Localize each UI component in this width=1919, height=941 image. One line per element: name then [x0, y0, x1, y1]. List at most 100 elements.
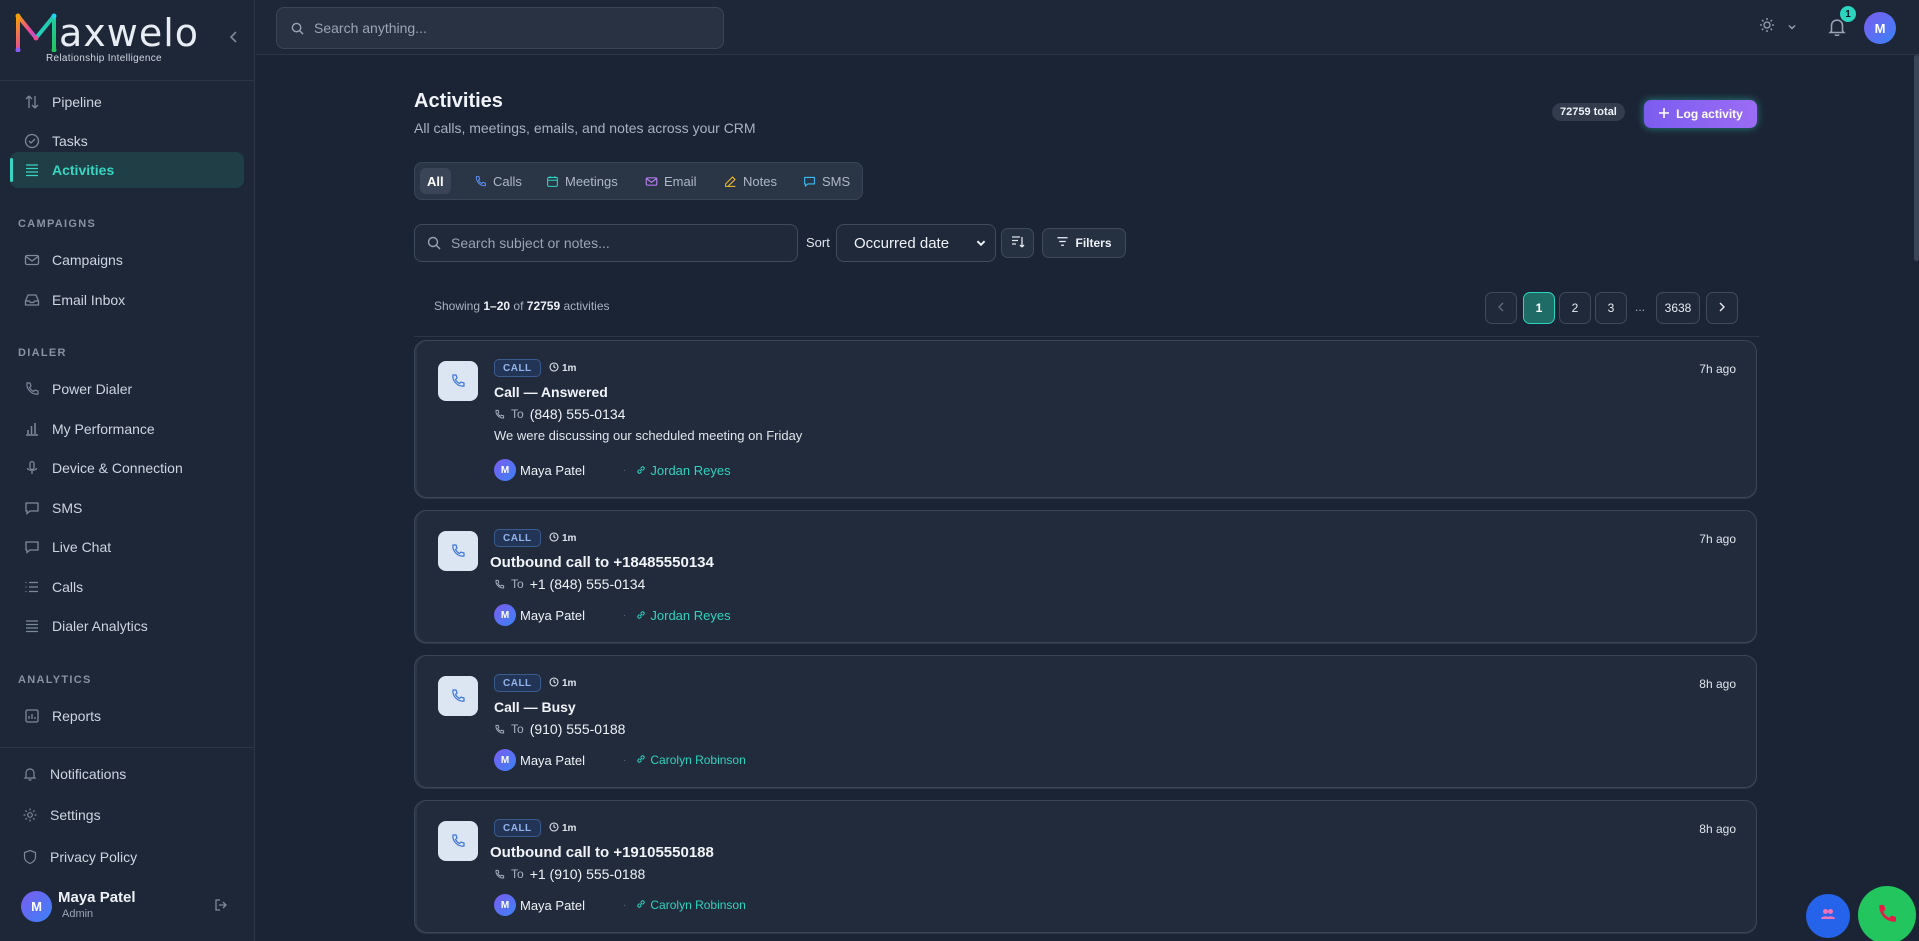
collapse-sidebar-icon[interactable] [228, 30, 238, 49]
phone-icon [494, 724, 505, 735]
showing-of: of [513, 299, 524, 313]
link-icon [636, 898, 646, 912]
activity-title: Outbound call to +18485550134 [490, 554, 714, 571]
global-search-input[interactable]: Search anything... [276, 7, 724, 49]
phone-icon [1875, 902, 1899, 929]
tab-sms[interactable]: SMS [796, 168, 857, 194]
clock-icon [549, 532, 559, 545]
to-number: +1 (910) 555-0188 [529, 866, 646, 882]
clock-icon [549, 362, 559, 375]
page-button-3[interactable]: 3 [1595, 292, 1627, 324]
tab-label: Email [664, 173, 697, 189]
mic-icon [24, 460, 40, 476]
tab-calls[interactable]: Calls [467, 168, 529, 194]
next-page-button[interactable] [1706, 292, 1738, 324]
sidebar-item-calls[interactable]: Calls [10, 569, 244, 605]
sun-icon [1759, 17, 1775, 36]
report-icon [24, 708, 40, 724]
prev-page-button[interactable] [1485, 292, 1517, 324]
tab-meetings[interactable]: Meetings [539, 168, 625, 194]
page-button-2[interactable]: 2 [1559, 292, 1591, 324]
sidebar-item-live-chat[interactable]: Live Chat [10, 529, 244, 565]
showing-suffix: activities [563, 299, 610, 313]
sort-selected-value: Occurred date [854, 234, 950, 252]
sidebar-item-pipeline[interactable]: Pipeline [10, 84, 244, 120]
phone-icon [24, 381, 40, 397]
sort-descending-icon [1010, 234, 1026, 253]
phone-icon [494, 869, 505, 880]
section-label-campaigns: CAMPAIGNS [18, 218, 97, 230]
tab-all[interactable]: All [420, 168, 451, 194]
sidebar-item-dialer-analytics[interactable]: Dialer Analytics [10, 608, 244, 644]
dialer-call-button[interactable] [1858, 886, 1916, 941]
sort-select[interactable]: Occurred date [836, 224, 996, 262]
total-count-badge: 72759 total [1552, 103, 1625, 121]
log-activity-button[interactable]: Log activity [1644, 100, 1757, 128]
contact-link[interactable]: Jordan Reyes [636, 462, 731, 478]
sidebar-item-settings[interactable]: Settings [8, 797, 242, 833]
sidebar-item-label: Privacy Policy [50, 849, 138, 865]
activity-time: 7h ago [1699, 362, 1736, 376]
sidebar-item-reports[interactable]: Reports [10, 698, 244, 734]
user-profile[interactable]: M Maya Patel Admin [0, 880, 255, 941]
activity-title: Call — Busy [494, 699, 576, 715]
chevron-down-icon [975, 236, 987, 253]
contact-name: Jordan Reyes [650, 607, 731, 623]
sidebar-item-label: Power Dialer [52, 381, 133, 397]
brand-logo[interactable]: axwelo [14, 12, 199, 52]
page-button-last[interactable]: 3638 [1656, 292, 1700, 324]
tab-label: Notes [743, 173, 777, 189]
filters-button[interactable]: Filters [1042, 228, 1126, 258]
sidebar-item-my-performance[interactable]: My Performance [10, 411, 244, 447]
activity-note: We were discussing our scheduled meeting… [494, 428, 803, 443]
list-icon [24, 618, 40, 634]
tab-label: Calls [493, 173, 522, 189]
contact-name: Jordan Reyes [650, 462, 731, 478]
team-chat-button[interactable] [1806, 894, 1850, 938]
sidebar-item-privacy-policy[interactable]: Privacy Policy [8, 839, 242, 875]
sidebar-item-sms[interactable]: SMS [10, 490, 244, 526]
sidebar-item-notifications[interactable]: Notifications [8, 756, 242, 792]
page-scrollbar[interactable] [1914, 55, 1919, 261]
subject-search-placeholder: Search subject or notes... [451, 235, 610, 251]
activity-card[interactable]: CALL 1m 8h ago Call — Busy To (910) 555-… [414, 655, 1757, 788]
sidebar-item-device-connection[interactable]: Device & Connection [10, 450, 244, 486]
to-label: To [511, 722, 524, 736]
message-icon [24, 500, 40, 516]
activity-to: To +1 (910) 555-0188 [494, 866, 645, 882]
contact-link[interactable]: Carolyn Robinson [636, 753, 746, 767]
pipeline-icon [24, 94, 40, 110]
sidebar-item-activities[interactable]: Activities [10, 152, 244, 188]
duration: 1m [549, 677, 576, 690]
activity-card[interactable]: CALL 1m 7h ago Call — Answered To (848) … [414, 340, 1757, 498]
activity-card[interactable]: CALL 1m 7h ago Outbound call to +1848555… [414, 510, 1757, 643]
to-label: To [511, 577, 524, 591]
plus-icon [1658, 107, 1670, 122]
avatar: M [494, 749, 516, 771]
activity-title: Outbound call to +19105550188 [490, 844, 714, 861]
brand-tagline: Relationship Intelligence [46, 53, 162, 64]
subject-search-input[interactable]: Search subject or notes... [414, 224, 798, 262]
sidebar-item-campaigns[interactable]: Campaigns [10, 242, 244, 278]
tab-email[interactable]: Email [638, 168, 704, 194]
contact-link[interactable]: Jordan Reyes [636, 607, 731, 623]
sidebar-item-label: Campaigns [52, 252, 123, 268]
activity-card[interactable]: CALL 1m 8h ago Outbound call to +1910555… [414, 800, 1757, 933]
theme-toggle-button[interactable] [1759, 17, 1797, 36]
mail-icon [645, 175, 658, 188]
sidebar-item-power-dialer[interactable]: Power Dialer [10, 371, 244, 407]
sidebar-item-label: Activities [52, 162, 115, 178]
logout-icon[interactable] [214, 898, 228, 915]
sort-label: Sort [806, 235, 830, 250]
sort-direction-button[interactable] [1001, 228, 1034, 258]
link-icon [636, 753, 646, 767]
avatar[interactable]: M [1864, 12, 1896, 44]
sidebar-bottom: Notifications Settings Privacy Policy [0, 747, 255, 865]
to-label: To [511, 867, 524, 881]
brand: axwelo Relationship Intelligence [0, 0, 254, 81]
page-button-1[interactable]: 1 [1523, 292, 1555, 324]
tab-notes[interactable]: Notes [717, 168, 784, 194]
contact-link[interactable]: Carolyn Robinson [636, 898, 746, 912]
separator-dot: · [623, 754, 627, 766]
sidebar-item-email-inbox[interactable]: Email Inbox [10, 282, 244, 318]
